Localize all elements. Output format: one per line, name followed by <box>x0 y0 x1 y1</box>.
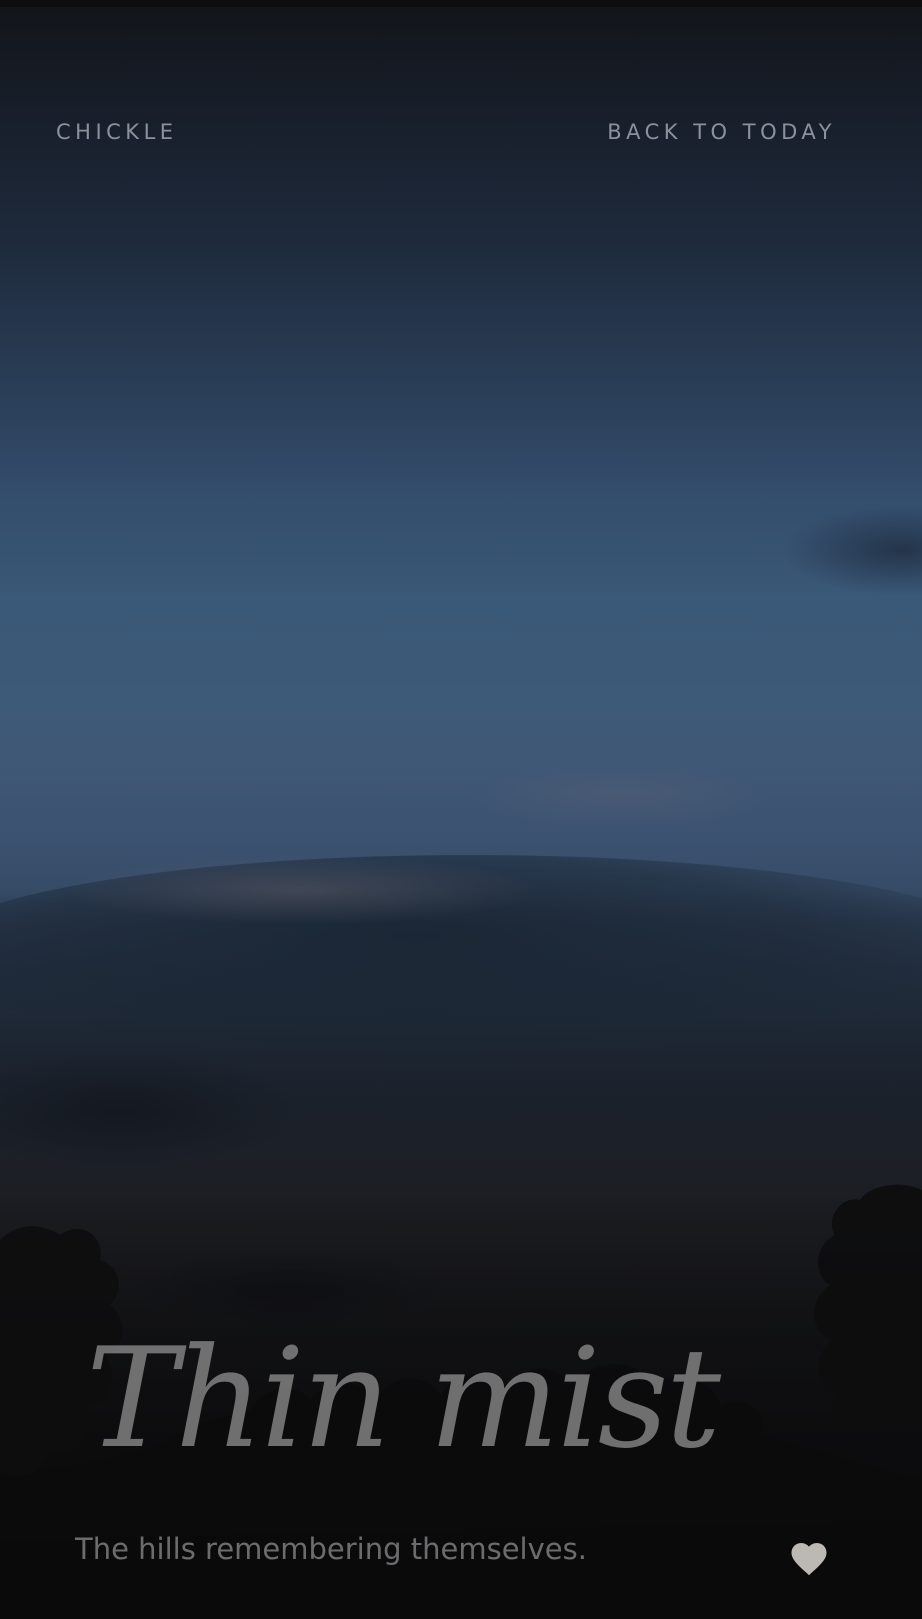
page-subtitle: The hills remembering themselves. <box>75 1532 587 1566</box>
heart-icon[interactable] <box>788 1537 830 1577</box>
brand-logo-text[interactable]: CHICKLE <box>56 122 178 143</box>
page-title: Thin mist <box>86 1318 721 1479</box>
cloud-dark <box>0 1050 300 1170</box>
cloud-wisp <box>780 505 922 595</box>
cloud-glow <box>470 760 770 830</box>
cloud-glow <box>60 855 540 925</box>
back-to-today-link[interactable]: BACK TO TODAY <box>607 122 836 143</box>
top-strip <box>0 0 922 7</box>
screen: CHICKLE BACK TO TODAY Thin mist The hill… <box>0 0 922 1619</box>
